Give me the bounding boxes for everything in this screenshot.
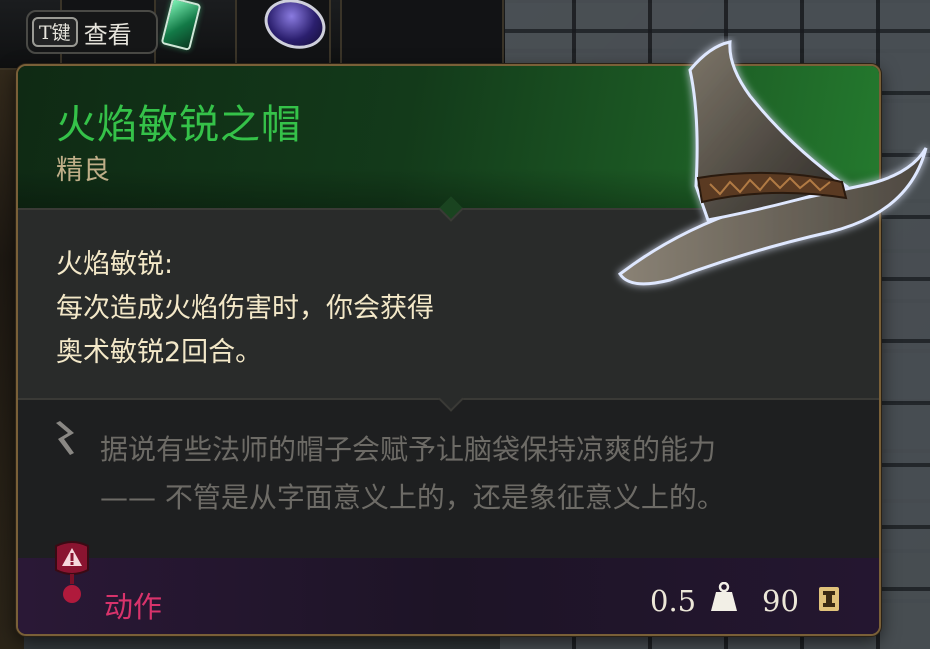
quill-icon: [56, 421, 74, 455]
green-gem-icon[interactable]: [160, 0, 202, 51]
flavor-text-line: 据说有些法师的帽子会赋予让脑袋保持凉爽的能力: [100, 433, 717, 466]
inspect-key-badge: T键: [32, 17, 78, 47]
weight-icon: [711, 582, 737, 611]
item-rarity: 精良: [56, 155, 110, 186]
inspect-label: 查看: [83, 20, 132, 49]
action-label: 动作: [104, 590, 163, 624]
inspect-hint[interactable]: T键 查看: [26, 10, 158, 54]
effect-description-line: 每次造成火焰伤害时，你会获得: [56, 293, 434, 324]
weight-value: 0.5: [650, 584, 697, 618]
effect-description-line: 奥术敏锐2回合。: [56, 337, 263, 368]
price-value: 90: [762, 584, 799, 618]
hotbar-slot[interactable]: [340, 0, 504, 70]
flavor-text-line: —— 不管是从字面意义上的，还是象征意义上的。: [100, 481, 725, 514]
gold-coin-icon: [819, 587, 839, 611]
hotbar: T键 查看: [0, 0, 505, 70]
effect-title: 火焰敏锐:: [56, 249, 174, 280]
wizard-hat-icon: [618, 40, 928, 286]
item-name: 火焰敏锐之帽: [56, 102, 302, 148]
action-warning-icon: [55, 541, 89, 603]
